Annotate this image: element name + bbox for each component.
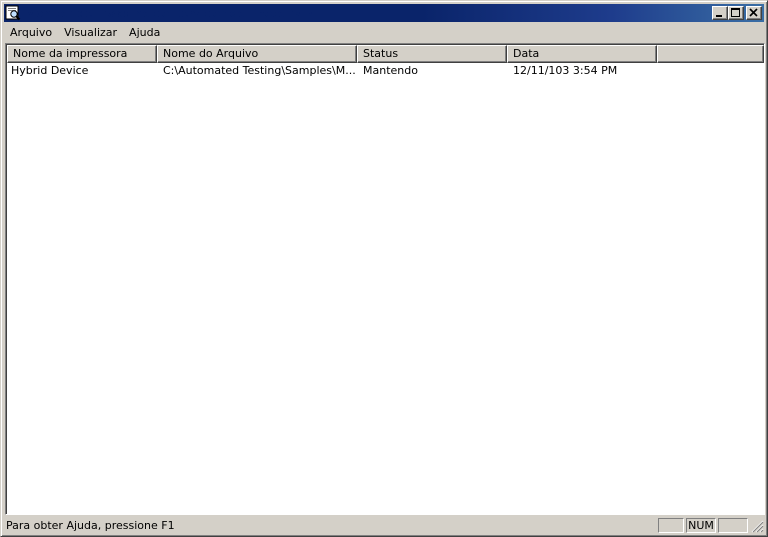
- menu-arquivo[interactable]: Arquivo: [4, 24, 58, 42]
- menu-ajuda[interactable]: Ajuda: [123, 24, 166, 42]
- list-header: Nome da impressora Nome do Arquivo Statu…: [7, 45, 764, 63]
- maximize-icon: [731, 8, 740, 17]
- job-list[interactable]: Nome da impressora Nome do Arquivo Statu…: [5, 43, 765, 515]
- title-bar[interactable]: Monitor de Trabalho do Servidor do Photo…: [4, 4, 764, 22]
- status-panel-caps: [658, 518, 684, 533]
- status-panel-num: NUM: [686, 518, 716, 533]
- app-window: Monitor de Trabalho do Servidor do Photo…: [0, 0, 768, 537]
- title-buttons: [712, 6, 762, 20]
- column-header-filler: [657, 45, 764, 63]
- list-rows: Hybrid Device C:\Automated Testing\Sampl…: [7, 63, 764, 79]
- printer-monitor-icon[interactable]: [5, 5, 21, 21]
- menu-visualizar[interactable]: Visualizar: [58, 24, 123, 42]
- cell-file: C:\Automated Testing\Samples\M...: [163, 64, 356, 77]
- table-row[interactable]: Hybrid Device C:\Automated Testing\Sampl…: [7, 63, 764, 79]
- column-header-date[interactable]: Data: [507, 45, 657, 63]
- status-help-text: Para obter Ajuda, pressione F1: [6, 519, 175, 532]
- cell-date: 12/11/103 3:54 PM: [513, 64, 618, 77]
- column-header-printer[interactable]: Nome da impressora: [7, 45, 157, 63]
- menu-bar: Arquivo Visualizar Ajuda: [4, 24, 764, 42]
- status-panel-scroll: [718, 518, 748, 533]
- window-title: Monitor de Trabalho do Servidor do Photo…: [25, 6, 323, 20]
- column-header-file[interactable]: Nome do Arquivo: [157, 45, 357, 63]
- cell-printer: Hybrid Device: [11, 64, 89, 77]
- cell-status: Mantendo: [363, 64, 418, 77]
- resize-grip-icon[interactable]: [750, 518, 764, 533]
- column-header-status[interactable]: Status: [357, 45, 507, 63]
- maximize-button[interactable]: [728, 6, 744, 20]
- status-bar: Para obter Ajuda, pressione F1 NUM: [4, 517, 764, 534]
- minimize-button[interactable]: [712, 6, 728, 20]
- minimize-icon: [716, 15, 722, 17]
- close-button[interactable]: [746, 6, 762, 20]
- close-icon: [749, 8, 758, 17]
